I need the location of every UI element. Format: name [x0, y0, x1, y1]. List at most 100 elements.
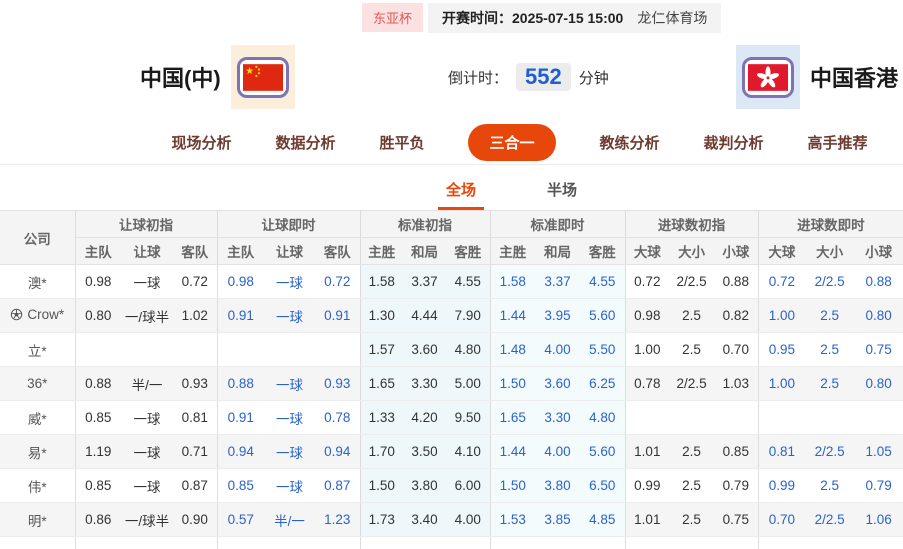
col-group-header: 标准即时	[489, 210, 626, 238]
odds-cell: 4.00	[535, 434, 581, 469]
col-subheader: 主队	[216, 237, 265, 265]
odds-cell: 7.90	[446, 298, 491, 333]
col-subheader: 让球	[121, 237, 173, 265]
odds-cell: 1.30	[359, 298, 404, 333]
company-cell[interactable]: 澳*	[0, 264, 75, 299]
odds-cell	[805, 536, 855, 549]
nav-tab-3[interactable]: 胜平负	[379, 132, 424, 153]
odds-cell: 1.57	[359, 332, 404, 367]
odds-cell	[489, 536, 536, 549]
odds-cell: 1.50	[489, 366, 536, 401]
table-row	[0, 536, 903, 549]
china-flag-icon	[236, 56, 289, 98]
odds-cell: 1.73	[359, 502, 404, 537]
nav-tab-1[interactable]: 现场分析	[171, 132, 231, 153]
odds-cell: 0.87	[173, 468, 218, 503]
company-cell[interactable]: 易*	[0, 434, 75, 469]
kickoff-time: 开赛时间：2025-07-15 15:00	[442, 8, 623, 28]
nav-tab-2[interactable]: 数据分析	[275, 132, 335, 153]
company-cell[interactable]: 伟*	[0, 468, 75, 503]
subtab-1[interactable]: 全场	[437, 179, 484, 210]
col-subheader: 小球	[854, 237, 903, 265]
col-subheader: 客队	[315, 237, 361, 265]
odds-cell: 0.78	[624, 366, 670, 401]
odds-cell	[535, 536, 581, 549]
odds-cell: 一球	[264, 298, 316, 333]
odds-cell: 4.80	[446, 332, 491, 367]
odds-cell: 0.98	[624, 298, 670, 333]
odds-cell: 一球	[264, 434, 316, 469]
odds-cell: 3.80	[535, 468, 581, 503]
odds-cell: 一球	[121, 264, 173, 299]
odds-cell: 半/一	[121, 366, 173, 401]
odds-cell: 0.94	[315, 434, 361, 469]
odds-cell	[757, 400, 806, 435]
odds-cell: 0.80	[854, 366, 903, 401]
company-cell[interactable]: Crow*	[0, 298, 75, 333]
odds-cell: 一/球半	[121, 502, 173, 537]
countdown-unit: 分钟	[578, 69, 609, 87]
odds-cell: 0.95	[757, 332, 806, 367]
kickoff-value: 2025-07-15 15:00	[512, 9, 624, 26]
odds-cell	[580, 536, 626, 549]
league-badge[interactable]: 东亚杯	[362, 3, 424, 32]
odds-cell: 0.88	[74, 366, 121, 401]
odds-cell: 0.72	[173, 264, 218, 299]
company-cell[interactable]: 明*	[0, 502, 75, 537]
odds-cell	[173, 536, 218, 549]
nav-tab-7[interactable]: 高手推荐	[808, 132, 868, 153]
odds-cell: 一球	[121, 434, 173, 469]
home-team: 中国(中)	[140, 45, 295, 109]
odds-cell: 1.00	[624, 332, 670, 367]
subtab-2[interactable]: 半场	[539, 179, 585, 210]
odds-cell: 一/球半	[121, 298, 173, 333]
odds-cell: 4.80	[580, 400, 626, 435]
odds-cell: 3.60	[535, 366, 581, 401]
odds-cell: 2/2.5	[669, 264, 715, 299]
odds-cell	[854, 400, 903, 435]
odds-cell	[173, 332, 218, 367]
odds-cell: 0.93	[315, 366, 361, 401]
col-header-company: 公司	[0, 210, 75, 265]
odds-cell: 0.72	[315, 264, 361, 299]
odds-cell: 1.58	[489, 264, 536, 299]
countdown-value: 552	[516, 63, 571, 91]
match-info-bar: 东亚杯 开赛时间：2025-07-15 15:00 龙仁体育场	[0, 0, 903, 35]
col-subheader: 客队	[173, 237, 218, 265]
nav-tab-6[interactable]: 裁判分析	[704, 132, 764, 153]
odds-cell: 2/2.5	[805, 434, 855, 469]
table-row: 立* 1.57 3.60 4.80 1.48 4.00 5.50 1.00 2.5 0.70 0.9…	[0, 332, 903, 367]
home-team-name: 中国(中)	[140, 66, 221, 91]
odds-cell: 1.33	[359, 400, 404, 435]
odds-cell: 2.5	[669, 434, 715, 469]
odds-cell	[446, 536, 491, 549]
odds-cell: 一球	[121, 468, 173, 503]
odds-cell	[74, 536, 121, 549]
odds-cell: 0.88	[714, 264, 759, 299]
odds-cell: 4.85	[580, 502, 626, 537]
odds-cell: 5.60	[580, 298, 626, 333]
odds-cell	[74, 332, 121, 367]
odds-cell: 0.98	[216, 264, 265, 299]
odds-cell: 3.80	[403, 468, 447, 503]
table-row: 澳* 0.98 一球 0.72 0.98 一球 0.72 1.58 3.37 4.55 1.58 3.…	[0, 264, 903, 299]
odds-cell: 0.93	[173, 366, 218, 401]
odds-cell: 9.50	[446, 400, 491, 435]
odds-cell: 1.70	[359, 434, 404, 469]
company-cell[interactable]: 36*	[0, 366, 75, 401]
odds-cell: 2/2.5	[805, 264, 855, 299]
odds-cell	[624, 536, 670, 549]
odds-cell: 4.20	[403, 400, 447, 435]
odds-cell: 1.48	[489, 332, 536, 367]
odds-cell: 1.03	[714, 366, 759, 401]
odds-cell: 0.88	[854, 264, 903, 299]
nav-tab-4[interactable]: 三合一	[468, 123, 556, 161]
company-cell[interactable]: 立*	[0, 332, 75, 367]
away-flag-tile	[735, 45, 800, 109]
company-cell[interactable]: 威*	[0, 400, 75, 435]
col-subheader: 让球	[264, 237, 316, 265]
company-name: 明*	[27, 513, 47, 529]
odds-cell: 0.79	[714, 468, 759, 503]
nav-tab-5[interactable]: 教练分析	[600, 132, 660, 153]
odds-cell: 1.58	[359, 264, 404, 299]
